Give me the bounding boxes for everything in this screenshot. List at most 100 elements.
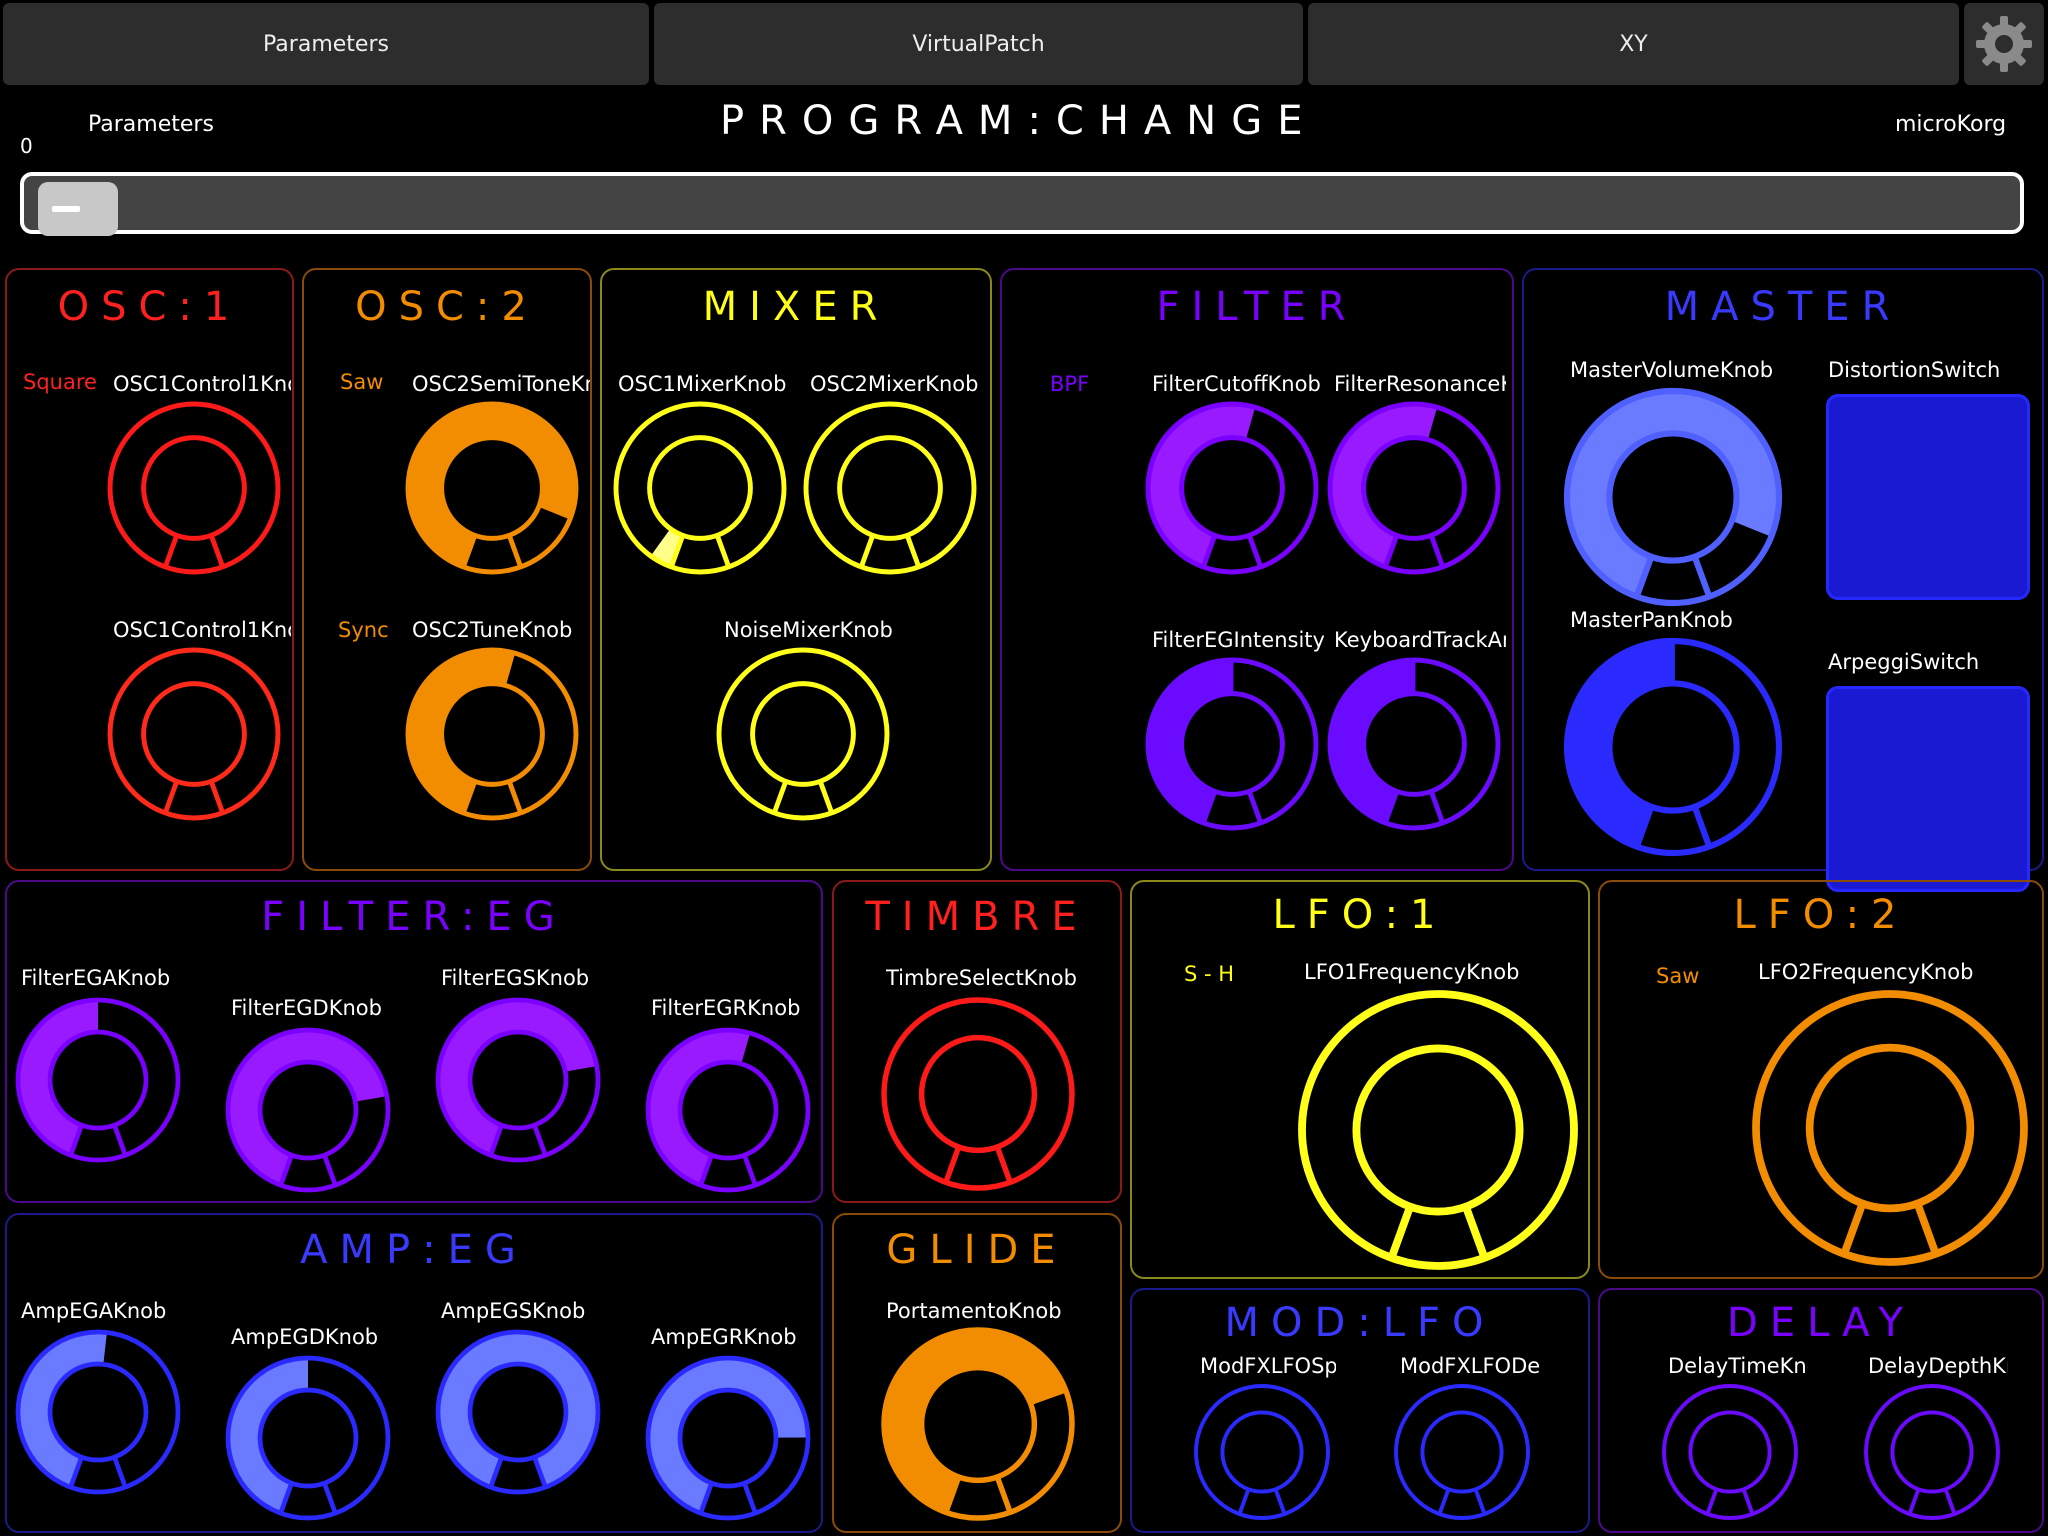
osc2-mixer-knob[interactable] <box>802 400 978 576</box>
mode-label[interactable]: S - H <box>1184 962 1234 986</box>
mode-label[interactable]: Saw <box>340 370 383 394</box>
device-label: microKorg <box>1895 112 2007 137</box>
knob-graphic <box>1145 401 1319 575</box>
amp-eg-attack-knob[interactable] <box>14 1328 182 1496</box>
master-pan-knob[interactable] <box>1563 637 1783 857</box>
timbre-select-knob[interactable] <box>880 996 1076 1192</box>
osc2-tune-knob[interactable] <box>404 646 580 822</box>
knob-label: MasterPanKnob <box>1570 608 1733 632</box>
amp-eg-decay-knob[interactable] <box>224 1354 392 1522</box>
program-slider[interactable] <box>20 172 2024 236</box>
arpeggio-switch[interactable] <box>1826 686 2030 892</box>
knob-ring <box>1805 1043 1975 1213</box>
panel-title: MIXER <box>702 284 890 330</box>
mod-fx-lfo-depth-knob[interactable] <box>1392 1382 1532 1522</box>
knob-ring <box>47 1361 149 1463</box>
mod-fx-lfo-speed-knob[interactable] <box>1192 1382 1332 1522</box>
knob-tick <box>904 534 922 568</box>
knob-tick <box>532 1124 548 1156</box>
page-title: PROGRAM:CHANGE <box>720 98 1318 144</box>
knob-label: ModFXLFOSpeed <box>1200 1354 1336 1378</box>
knob-ring <box>918 1364 1038 1484</box>
mode-label[interactable]: Square <box>23 370 97 394</box>
amp-eg-release-knob[interactable] <box>644 1354 812 1522</box>
lfo1-frequency-knob[interactable] <box>1298 990 1578 1270</box>
knob-tick <box>208 534 226 568</box>
osc1-control1-knob[interactable] <box>106 400 282 576</box>
slider-thumb[interactable] <box>38 182 118 236</box>
filter-eg-release-knob[interactable] <box>644 1026 812 1194</box>
knob-tick <box>1913 1202 1940 1256</box>
knob-graphic <box>225 1027 391 1193</box>
knob-value-arc <box>1567 641 1673 847</box>
filter-cutoff-knob[interactable] <box>1144 400 1320 576</box>
switch-label: ArpeggiSwitch <box>1828 650 1980 674</box>
osc2-semitone-knob[interactable] <box>404 400 580 576</box>
knob-graphic <box>1298 990 1578 1270</box>
knob-ring <box>677 1387 779 1489</box>
amp-eg-sustain-knob[interactable] <box>434 1328 602 1496</box>
knob-ring <box>1194 1384 1330 1520</box>
filter-eg-sustain-knob[interactable] <box>434 996 602 1164</box>
knob-graphic <box>107 647 281 821</box>
mode-label[interactable]: BPF <box>1050 372 1089 396</box>
tab-virtualpatch[interactable]: VirtualPatch <box>654 3 1303 85</box>
tab-xy[interactable]: XY <box>1308 3 1959 85</box>
knob-tick <box>1691 555 1713 598</box>
knob-value-arc <box>1148 404 1256 567</box>
knob-graphic <box>1194 1384 1330 1520</box>
lfo2-frequency-knob[interactable] <box>1752 990 2028 1266</box>
knob-ring <box>716 647 890 821</box>
knob-tick <box>112 1124 128 1156</box>
knob-ring <box>1394 1384 1530 1520</box>
distortion-switch[interactable] <box>1826 394 2030 600</box>
knob-ring <box>1688 1410 1772 1494</box>
knob-label: AmpEGRKnob <box>651 1325 797 1349</box>
knob-graphic <box>645 1355 811 1521</box>
knob-tick <box>1246 534 1264 568</box>
mode-label[interactable]: Saw <box>1656 964 1699 988</box>
osc1-mixer-knob[interactable] <box>612 400 788 576</box>
knob-ring <box>677 1059 779 1161</box>
knob-label: AmpEGAKnob <box>21 1299 167 1323</box>
knob-tick <box>1246 790 1264 824</box>
filter-eg-intensity-knob[interactable] <box>1144 656 1320 832</box>
mode-label[interactable]: Sync <box>338 618 389 642</box>
knob-tick <box>506 534 524 568</box>
portamento-knob[interactable] <box>880 1326 1076 1522</box>
knob-label: FilterResonanceKnob <box>1334 372 1506 396</box>
knob-graphic <box>881 1327 1075 1521</box>
knob-tick <box>714 534 732 568</box>
delay-depth-knob[interactable] <box>1862 1382 2002 1522</box>
settings-button[interactable] <box>1964 3 2044 85</box>
keyboard-track-knob[interactable] <box>1326 656 1502 832</box>
osc1-control2-knob[interactable] <box>106 646 282 822</box>
knob-value-arc <box>17 1000 99 1156</box>
knob-tick <box>1273 1488 1287 1515</box>
knob-label: OSC1MixerKnob <box>618 372 787 396</box>
knob-label: KeyboardTrackAmount <box>1334 628 1506 652</box>
knob-ring <box>257 1059 359 1161</box>
knob-ring <box>1606 430 1740 564</box>
knob-tick <box>1437 1488 1451 1515</box>
knob-label: OSC1Control1Knob <box>113 372 291 396</box>
filter-resonance-knob[interactable] <box>1326 400 1502 576</box>
master-volume-knob[interactable] <box>1563 387 1783 607</box>
knob-ring <box>1606 680 1740 814</box>
filter-eg-attack-knob[interactable] <box>14 996 182 1164</box>
noise-mixer-knob[interactable] <box>715 646 891 822</box>
knob-tick <box>1705 1488 1719 1515</box>
knob-ring <box>1352 1044 1524 1216</box>
knob-graphic <box>1327 657 1501 831</box>
knob-tick <box>1907 1488 1921 1515</box>
knob-graphic <box>15 1329 181 1495</box>
knob-tick <box>742 1154 758 1186</box>
panel-title: DELAY <box>1727 1300 1915 1346</box>
delay-time-knob[interactable] <box>1660 1382 1800 1522</box>
knob-tick <box>322 1482 338 1514</box>
knob-tick <box>943 1146 962 1184</box>
filter-eg-decay-knob[interactable] <box>224 1026 392 1194</box>
knob-tick <box>506 780 524 814</box>
knob-label: DelayDepthKnob <box>1868 1354 2008 1378</box>
tab-parameters[interactable]: Parameters <box>3 3 649 85</box>
